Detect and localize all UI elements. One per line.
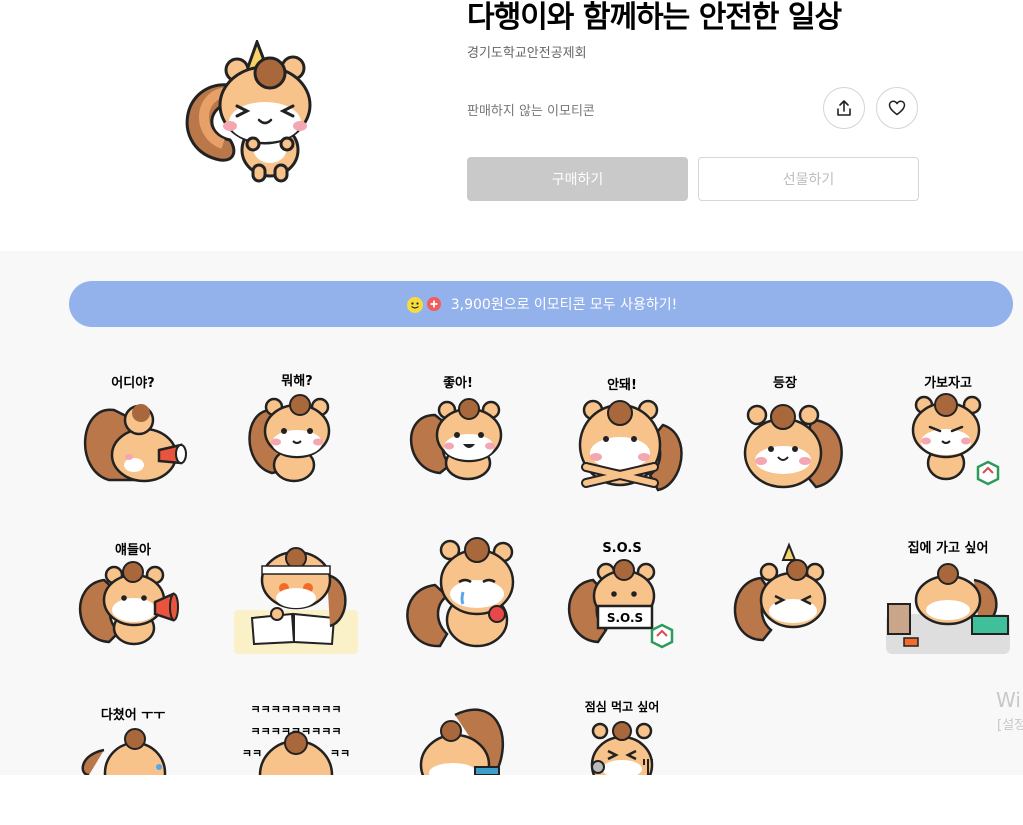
emoticon-item[interactable]: 가보자고 [884, 365, 1014, 495]
emoticon-thumbnail [175, 37, 325, 185]
emoticon-item[interactable]: 얘들아 [69, 530, 199, 660]
emoticon-item[interactable]: 등장 [721, 365, 851, 495]
emoticon-caption: 얘들아 [115, 542, 151, 558]
emoticon-item[interactable]: 점심 먹고 싶어 [558, 695, 688, 825]
emoticon-caption: S.O.S [602, 541, 641, 556]
emoticon-item[interactable]: 뭐해? [232, 365, 362, 495]
emoticon-caption: 등장 [773, 375, 797, 391]
share-button[interactable] [823, 87, 865, 129]
os-activation-watermark-sub: [설정 [997, 718, 1023, 733]
emoticon-item[interactable]: 다쳤어 ㅜㅜ [69, 695, 199, 825]
emoticon-item[interactable]: 안돼! [558, 365, 688, 495]
like-button[interactable] [876, 87, 918, 129]
emoticon-caption: 뭐해? [281, 373, 312, 389]
emoticon-item[interactable] [232, 530, 362, 660]
author-name[interactable]: 경기도학교안전공제회 [467, 42, 587, 61]
product-title: 다행이와 함께하는 안전한 일상 [467, 0, 842, 35]
emoticon-plus-icon [405, 294, 445, 314]
emoticon-plus-banner[interactable]: 3,900원으로 이모티콘 모두 사용하기! [69, 281, 1013, 327]
share-icon [837, 100, 851, 116]
emoticon-item[interactable] [721, 530, 851, 660]
emoticon-caption: ㅋㅋ [330, 747, 350, 760]
emoticon-caption: 어디야? [111, 375, 154, 391]
emoticon-caption: 집에 가고 싶어 [908, 540, 989, 556]
emoticon-caption: 다쳤어 ㅜㅜ [101, 707, 165, 723]
emoticon-caption: ㅋㅋ [242, 747, 262, 760]
emoticon-item[interactable] [395, 695, 525, 825]
emoticon-caption: 좋아! [443, 375, 473, 391]
heart-icon [888, 100, 906, 116]
emoticon-item[interactable]: S.O.S S.O.S [558, 530, 688, 660]
sos-sign-text: S.O.S [607, 611, 643, 625]
sale-status: 판매하지 않는 이모티콘 [467, 104, 595, 119]
emoticon-item[interactable] [395, 530, 525, 660]
emoticon-caption: 가보자고 [924, 376, 972, 391]
emoticon-caption: ㅋㅋㅋㅋㅋㅋㅋㅋㅋ [250, 703, 341, 716]
emoticon-item[interactable]: 집에 가고 싶어 [884, 530, 1014, 660]
emoticon-item[interactable]: 어디야? [69, 365, 199, 495]
emoticon-caption: 점심 먹고 싶어 [585, 699, 660, 714]
buy-button[interactable]: 구매하기 [467, 157, 688, 201]
gift-button[interactable]: 선물하기 [698, 157, 919, 201]
emoticon-plus-label: 3,900원으로 이모티콘 모두 사용하기! [450, 297, 678, 313]
os-activation-watermark: Wi [996, 688, 1021, 712]
emoticon-item[interactable]: ㅋㅋㅋㅋㅋㅋㅋㅋㅋ ㅋㅋㅋㅋㅋㅋㅋㅋㅋ ㅋㅋ ㅋㅋ [232, 695, 362, 825]
emoticon-item[interactable]: 좋아! [395, 365, 525, 495]
emoticon-caption: 안돼! [607, 377, 637, 393]
